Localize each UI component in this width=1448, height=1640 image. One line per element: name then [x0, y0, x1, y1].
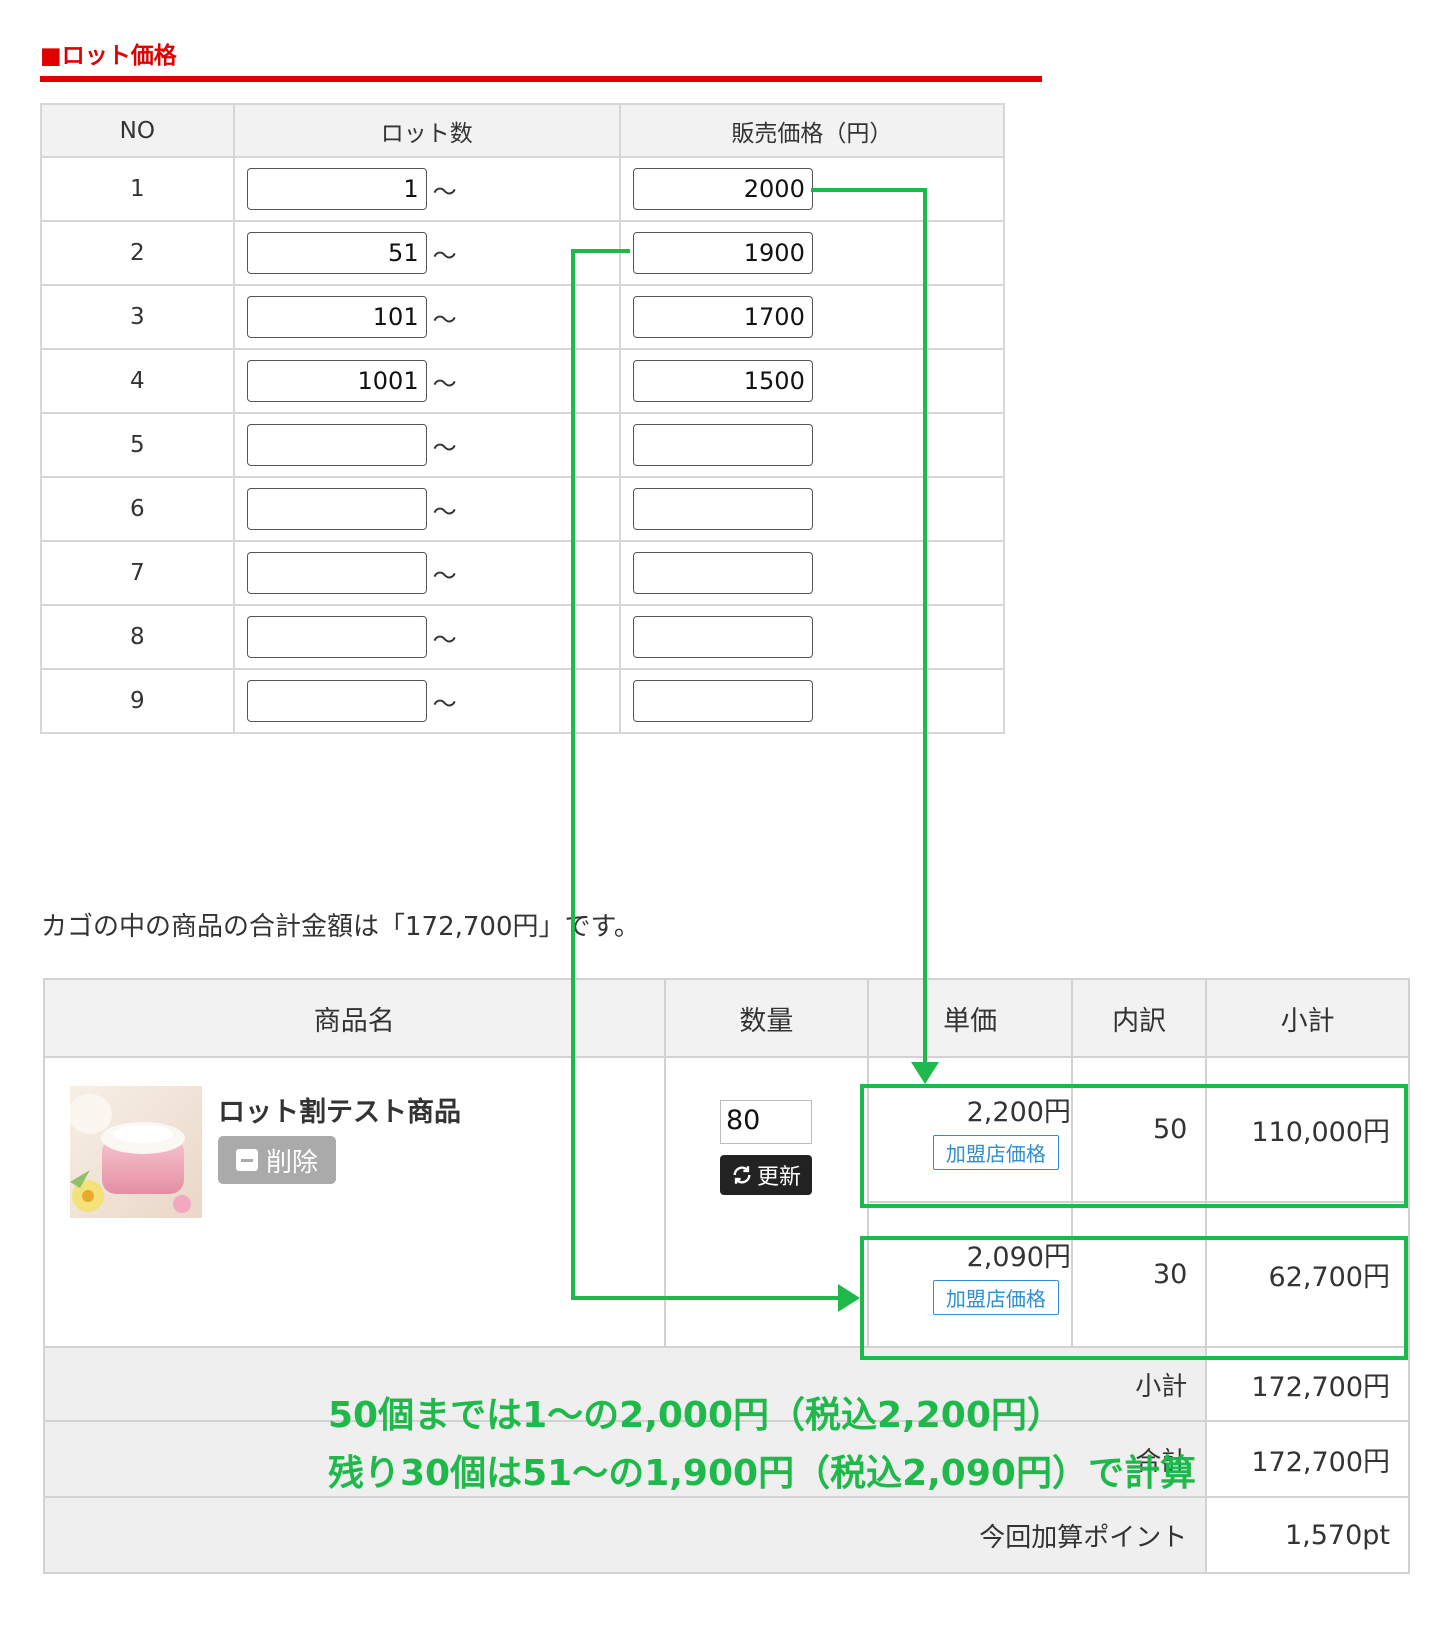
lot-cell: 1001 〜 — [232, 348, 621, 414]
total-value: 172,700円 — [1205, 1420, 1410, 1498]
price-cell — [618, 476, 1006, 542]
lot-cell: 〜 — [232, 668, 621, 734]
price-cell — [618, 604, 1006, 670]
header-product-name: 商品名 — [43, 978, 666, 1058]
lot-cell: 〜 — [232, 412, 621, 478]
row-number: 9 — [40, 668, 235, 734]
points-label: 今回加算ポイント — [42, 1496, 1208, 1574]
lot-quantity-input[interactable] — [246, 616, 427, 658]
sale-price-input[interactable] — [632, 488, 813, 530]
highlight-box-line-2 — [860, 1236, 1408, 1360]
header-subtotal: 小計 — [1205, 978, 1410, 1058]
points-row: 今回加算ポイント 1,570pt — [42, 1496, 1410, 1574]
price-cell: 1500 — [618, 348, 1006, 414]
row-number: 3 — [40, 284, 235, 350]
lot-price-table: NO ロット数 販売価格（円） 1 1 〜 2000 2 51 〜 1900 3 101 〜 1700… — [40, 103, 1006, 734]
lot-cell: 1 〜 — [232, 156, 621, 222]
price-cell: 2000 — [618, 156, 1006, 222]
lot-quantity-input[interactable]: 1001 — [246, 360, 427, 402]
range-tilde: 〜 — [432, 625, 457, 654]
update-label: 更新 — [756, 1165, 801, 1190]
lot-price-title: ■ロット価格 — [40, 43, 177, 69]
lot-row: 3 101 〜 1700 — [40, 284, 1006, 350]
lot-cell: 〜 — [232, 540, 621, 606]
lot-cell: 〜 — [232, 604, 621, 670]
row-number: 1 — [40, 156, 235, 222]
lot-row: 4 1001 〜 1500 — [40, 348, 1006, 414]
header-no: NO — [40, 103, 235, 158]
lot-row: 8 〜 — [40, 604, 1006, 670]
lot-cell: 101 〜 — [232, 284, 621, 350]
delete-button[interactable]: 削除 — [218, 1136, 336, 1184]
lot-quantity-input[interactable]: 101 — [246, 296, 427, 338]
product-name[interactable]: ロット割テスト商品 — [218, 1090, 461, 1129]
sale-price-input[interactable]: 2000 — [632, 168, 813, 210]
lot-rows: 1 1 〜 2000 2 51 〜 1900 3 101 〜 1700 4 1001 〜 1500 5 〜 6 〜 7 〜… — [40, 156, 1006, 734]
product-image[interactable] — [70, 1086, 202, 1218]
row-number: 7 — [40, 540, 235, 606]
header-unit-price: 単価 — [867, 978, 1073, 1058]
price-cell: 1700 — [618, 284, 1006, 350]
sale-price-input[interactable]: 1900 — [632, 232, 813, 274]
annotation-line-1: 50個までは1〜の2,000円（税込2,200円） — [328, 1395, 1063, 1436]
lot-quantity-input[interactable]: 1 — [246, 168, 427, 210]
sale-price-input[interactable] — [632, 616, 813, 658]
lot-row: 7 〜 — [40, 540, 1006, 606]
range-tilde: 〜 — [432, 561, 457, 590]
range-tilde: 〜 — [432, 689, 457, 718]
row-number: 8 — [40, 604, 235, 670]
sale-price-input[interactable]: 1700 — [632, 296, 813, 338]
lot-cell: 〜 — [232, 476, 621, 542]
row-number: 2 — [40, 220, 235, 286]
annotation-line-2: 残り30個は51〜の1,900円（税込2,090円）で計算 — [328, 1453, 1196, 1494]
range-tilde: 〜 — [432, 369, 457, 398]
header-quantity: 数量 — [663, 978, 870, 1058]
lot-row: 6 〜 — [40, 476, 1006, 542]
row-number: 6 — [40, 476, 235, 542]
sale-price-input[interactable] — [632, 680, 813, 722]
quantity-input[interactable]: 80 — [720, 1100, 812, 1144]
price-cell: 1900 — [618, 220, 1006, 286]
lot-quantity-input[interactable] — [246, 552, 427, 594]
cart-total-summary: カゴの中の商品の合計金額は「172,700円」です。 — [41, 912, 640, 942]
row-number: 5 — [40, 412, 235, 478]
header-lot-count: ロット数 — [232, 103, 621, 158]
highlight-box-line-1 — [860, 1084, 1408, 1208]
price-cell — [618, 412, 1006, 478]
lot-row: 1 1 〜 2000 — [40, 156, 1006, 222]
row-number: 4 — [40, 348, 235, 414]
header-sale-price: 販売価格（円） — [618, 103, 1006, 158]
update-button[interactable]: 更新 — [720, 1155, 812, 1195]
lot-row: 9 〜 — [40, 668, 1006, 734]
lot-quantity-input[interactable] — [246, 680, 427, 722]
sale-price-input[interactable]: 1500 — [632, 360, 813, 402]
title-divider — [40, 76, 1042, 82]
range-tilde: 〜 — [432, 305, 457, 334]
sale-price-input[interactable] — [632, 552, 813, 594]
minus-icon — [235, 1149, 258, 1171]
range-tilde: 〜 — [432, 241, 457, 270]
points-value: 1,570pt — [1205, 1496, 1410, 1574]
lot-quantity-input[interactable] — [246, 424, 427, 466]
sale-price-input[interactable] — [632, 424, 813, 466]
range-tilde: 〜 — [432, 177, 457, 206]
lot-row: 5 〜 — [40, 412, 1006, 478]
price-cell — [618, 668, 1006, 734]
range-tilde: 〜 — [432, 497, 457, 526]
delete-label: 削除 — [265, 1147, 318, 1178]
lot-row: 2 51 〜 1900 — [40, 220, 1006, 286]
refresh-icon — [733, 1166, 751, 1184]
lot-quantity-input[interactable] — [246, 488, 427, 530]
header-breakdown: 内訳 — [1070, 978, 1208, 1058]
range-tilde: 〜 — [432, 433, 457, 462]
lot-quantity-input[interactable]: 51 — [246, 232, 427, 274]
price-cell — [618, 540, 1006, 606]
lot-cell: 51 〜 — [232, 220, 621, 286]
